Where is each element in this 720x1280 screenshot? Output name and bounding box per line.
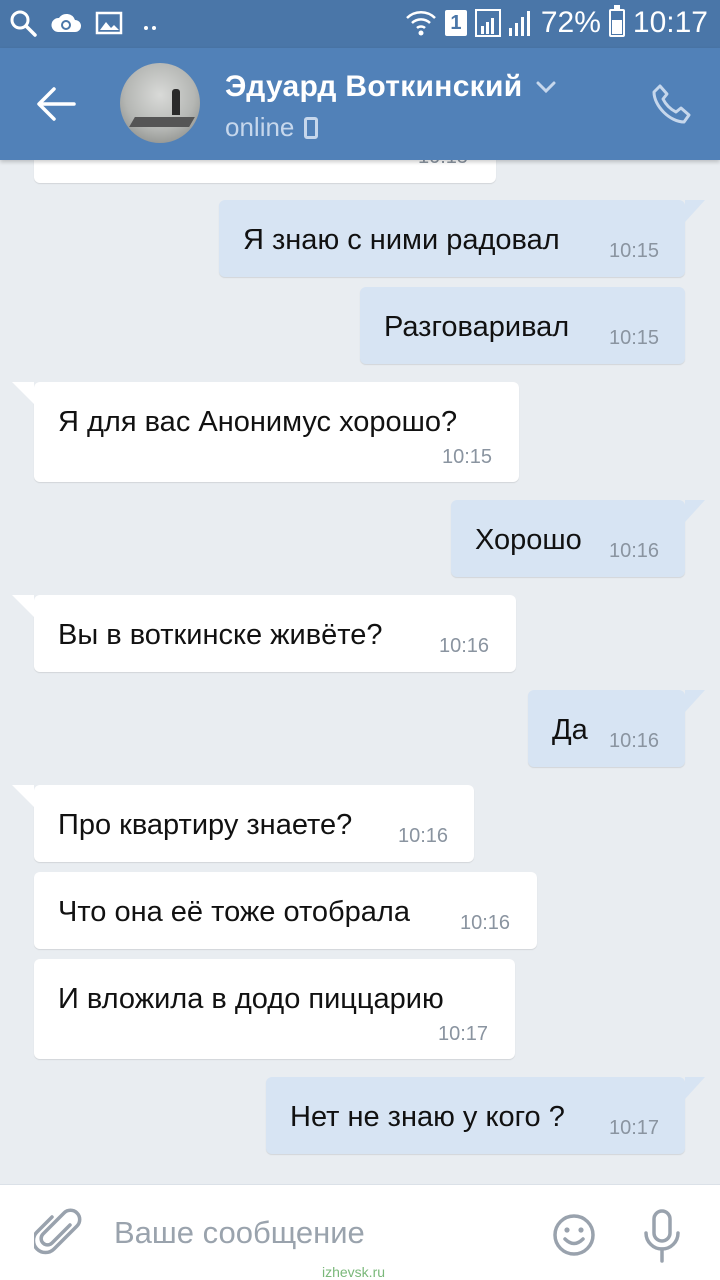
- message-text: Нет не знаю у кого ?: [290, 1101, 565, 1133]
- contact-status: online: [225, 112, 319, 143]
- message-text: Разговаривал: [384, 311, 570, 343]
- clock: 10:17: [632, 6, 708, 39]
- message-time: 10:16: [460, 912, 511, 934]
- message-time: 10:16: [609, 540, 660, 562]
- message-time: 10:16: [439, 635, 490, 657]
- message-time: 10:16: [398, 825, 449, 847]
- battery-percent: 72%: [540, 6, 601, 39]
- contact-name-text: Эдуард Воткинский: [225, 70, 523, 103]
- avatar[interactable]: [120, 63, 200, 143]
- message-text: Вы в воткинске живёте?: [58, 619, 383, 651]
- message-time: 10:15: [609, 240, 660, 262]
- message-text: Хорошо: [475, 524, 582, 556]
- message-text: Про квартиру знаете?: [58, 809, 353, 841]
- message-time: 10:17: [609, 1117, 660, 1139]
- message-text: Я знаю с ними радовал: [243, 224, 560, 256]
- message-input[interactable]: [114, 1211, 514, 1255]
- message-text: Я для вас Анонимус хорошо?: [58, 406, 458, 438]
- status-text: online: [225, 112, 295, 142]
- status-bar: 1 72% 10:17: [0, 0, 720, 48]
- paperclip-icon[interactable]: [34, 1207, 82, 1259]
- wifi-icon: [406, 11, 436, 36]
- emoji-icon[interactable]: [552, 1213, 596, 1257]
- message-outgoing[interactable]: Я знаю с ними радовал 10:15: [219, 200, 705, 277]
- message-text: И вложила в додо пиццарию: [58, 983, 444, 1015]
- contact-name[interactable]: Эдуард Воткинский: [225, 70, 556, 104]
- phone-call-icon[interactable]: [650, 82, 694, 126]
- message-text: Да: [552, 714, 588, 746]
- message-incoming[interactable]: Про квартиру знаете? 10:16: [12, 785, 474, 862]
- message-outgoing[interactable]: Хорошо 10:16: [451, 500, 705, 577]
- message-time: 10:15: [609, 327, 660, 349]
- message-outgoing[interactable]: Да 10:16: [528, 690, 705, 767]
- back-arrow-icon[interactable]: [34, 84, 78, 124]
- mobile-icon: [304, 116, 319, 139]
- chat-header: Эдуард Воткинский online: [0, 48, 720, 160]
- message-time: 10:17: [438, 1023, 489, 1045]
- message-outgoing[interactable]: Разговаривал 10:15: [360, 287, 685, 364]
- message-text: Что она её тоже отобрала: [58, 896, 410, 928]
- battery-icon: [608, 5, 625, 37]
- message-incoming[interactable]: Что она её тоже отобрала 10:16: [34, 872, 537, 949]
- message-time: 10:16: [609, 730, 660, 752]
- message-incoming[interactable]: И вложила в додо пиццарию 10:17: [34, 959, 515, 1059]
- more-dots-icon: [144, 26, 156, 30]
- gallery-icon: [95, 11, 123, 35]
- chevron-down-icon: [536, 81, 556, 94]
- message-time: 10:15: [442, 446, 493, 468]
- watermark: izhevsk.ru: [322, 1264, 386, 1280]
- cloud-sync-icon: [51, 13, 81, 32]
- microphone-icon[interactable]: [642, 1209, 682, 1263]
- message-outgoing[interactable]: Нет не знаю у кого ? 10:17: [266, 1077, 705, 1154]
- message-incoming[interactable]: Я для вас Анонимус хорошо? 10:15: [12, 382, 519, 482]
- search-icon: [10, 10, 37, 37]
- message-incoming[interactable]: Вы в воткинске живёте? 10:16: [12, 595, 516, 672]
- sim-badge: 1: [444, 10, 467, 36]
- signal-icon: [474, 9, 530, 37]
